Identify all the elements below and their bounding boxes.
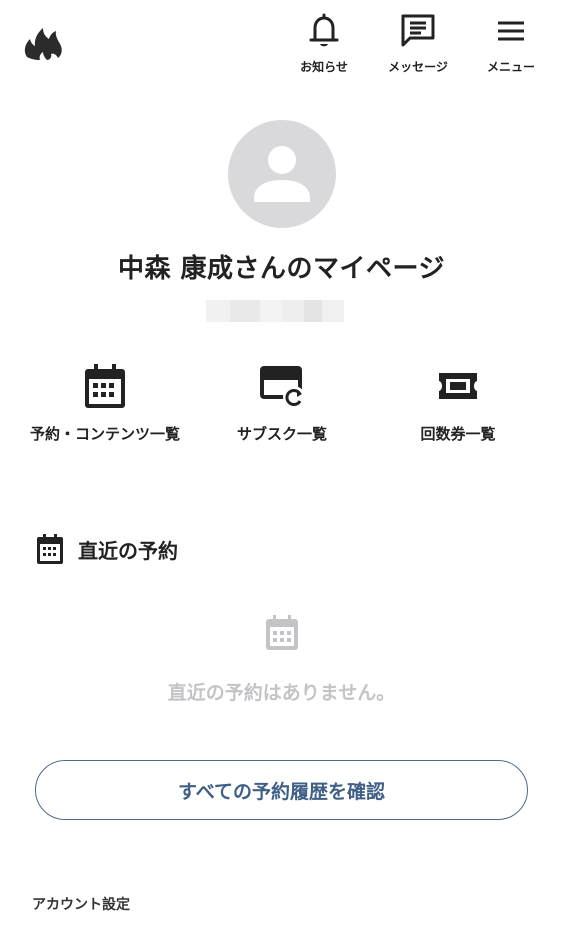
calendar-icon [80,360,130,412]
section-title: 直近の予約 [78,538,178,563]
default-user-avatar-icon [254,146,310,202]
calendar-icon [264,614,300,652]
page-title: 中森 康成さんのマイページ [117,254,446,284]
hamburger-menu-icon [492,12,530,50]
reservations-contents-link[interactable]: 予約・コンテンツ一覧 [25,360,185,446]
tickets-link[interactable]: 回数券一覧 [378,360,538,446]
reservations-contents-label: 予約・コンテンツ一覧 [30,425,181,443]
message-icon [399,12,437,50]
tickets-label: 回数券一覧 [420,425,496,443]
flame-logo-icon [24,28,62,60]
account-settings-label: アカウント設定 [32,897,130,913]
brand-logo[interactable] [22,24,66,62]
recent-reservations-header: 直近の予約 [36,532,178,566]
menu-button[interactable]: メニュー [471,10,551,76]
empty-reservations-message: 直近の予約はありません。 [167,682,396,704]
redacted-user-id [206,300,344,322]
nav-label-messages: メッセージ [388,60,448,74]
avatar[interactable] [228,120,336,228]
nav-label-menu: メニュー [486,60,535,74]
calendar-icon [36,533,64,565]
ticket-icon [433,360,483,412]
subscriptions-link[interactable]: サブスク一覧 [202,360,362,446]
mypage: お知らせ メッセージ メニュー 中森 康成さんのマイページ 予約・コンテンツ一覧… [0,0,563,946]
nav-label-notifications: お知らせ [300,60,348,74]
subscriptions-label: サブスク一覧 [236,425,327,443]
notifications-button[interactable]: お知らせ [284,10,364,76]
view-all-reservation-history-button[interactable]: すべての予約履歴を確認 [35,760,528,820]
messages-button[interactable]: メッセージ [378,10,458,76]
credit-card-refresh-icon [257,360,307,412]
bell-icon [305,12,343,50]
